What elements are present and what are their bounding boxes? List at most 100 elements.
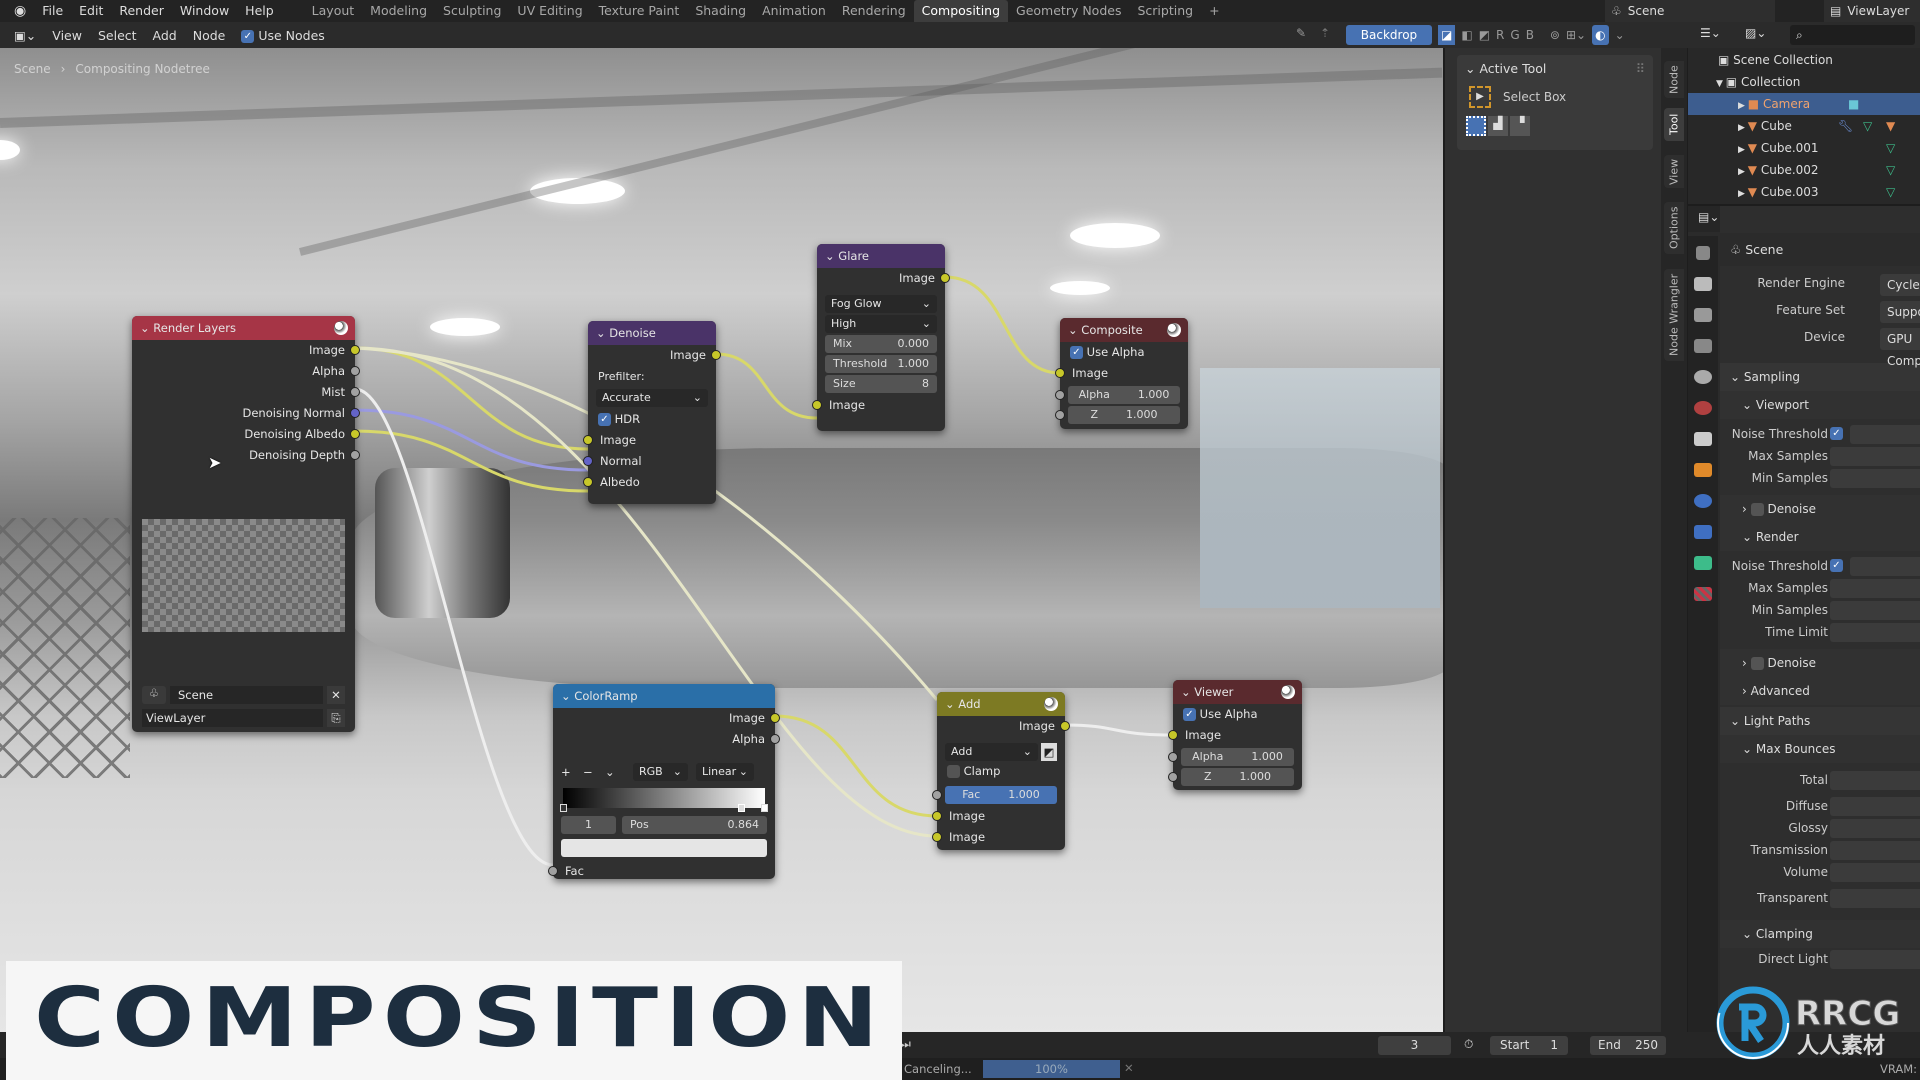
max-samples-field[interactable]: [1830, 447, 1920, 466]
transparent-field[interactable]: [1830, 889, 1920, 908]
socket[interactable]: [1168, 772, 1178, 782]
mode-extend-icon[interactable]: ▟: [1488, 116, 1508, 136]
menu-view[interactable]: View: [44, 28, 90, 43]
subpanel-render-denoise[interactable]: › Denoise: [1720, 649, 1920, 677]
scene-field[interactable]: ♧ Scene ✕: [142, 686, 345, 704]
socket[interactable]: [548, 866, 558, 876]
color-alpha-icon[interactable]: ◪: [1438, 25, 1456, 45]
socket[interactable]: [940, 273, 950, 283]
parent-node-tree-icon[interactable]: ⇡: [1320, 26, 1330, 40]
backdrop-button[interactable]: Backdrop: [1346, 25, 1432, 45]
overlays-icon[interactable]: ◐: [1592, 25, 1609, 45]
blender-logo-icon[interactable]: ◉: [6, 0, 34, 22]
tab-layout[interactable]: Layout: [304, 0, 363, 22]
diffuse-field[interactable]: [1830, 797, 1920, 816]
view-layer-selector[interactable]: ▤ ViewLayer: [1824, 0, 1920, 22]
menu-help[interactable]: Help: [237, 0, 282, 22]
texture-tab-icon[interactable]: [1694, 587, 1712, 601]
chevron-down-icon[interactable]: ⌄: [945, 697, 958, 711]
device-dropdown[interactable]: GPU Comp: [1880, 328, 1920, 368]
clamp-checkbox[interactable]: Clamp: [937, 761, 1065, 782]
modifier-tab-icon[interactable]: [1694, 494, 1712, 508]
node-colorramp[interactable]: ⌄ ColorRamp Image Alpha + − ⌄ RGB ⌄ Linea…: [548, 684, 780, 879]
socket[interactable]: [770, 734, 780, 744]
snap-icon[interactable]: ⊚: [1550, 25, 1560, 45]
menu-select[interactable]: Select: [90, 28, 145, 43]
feature-set-dropdown[interactable]: Supported: [1880, 301, 1920, 323]
outliner-item-camera[interactable]: ▶ ■ Camera ■: [1688, 93, 1920, 115]
scene-icon[interactable]: ♧: [142, 686, 166, 704]
direct-light-field[interactable]: [1830, 950, 1920, 969]
render-icon[interactable]: [1281, 685, 1295, 699]
glossy-field[interactable]: [1830, 819, 1920, 838]
socket[interactable]: [1168, 730, 1178, 740]
mesh-data-icon[interactable]: ▽: [1886, 137, 1895, 159]
noise-threshold-checkbox[interactable]: ✓: [1830, 427, 1843, 440]
node-header[interactable]: ⌄ Render Layers: [132, 316, 355, 340]
volume-field[interactable]: [1830, 863, 1920, 882]
color-stop[interactable]: [761, 804, 768, 812]
max-samples-field[interactable]: [1830, 579, 1920, 598]
color-stop[interactable]: [560, 804, 567, 812]
outliner-item-collection[interactable]: ▼ ▣ Collection: [1688, 71, 1920, 93]
transmission-field[interactable]: [1830, 841, 1920, 860]
subpanel-advanced[interactable]: › Advanced: [1720, 677, 1920, 705]
subpanel-max-bounces[interactable]: ⌄ Max Bounces: [1720, 735, 1920, 763]
render-layer-icon[interactable]: ⎘: [327, 709, 345, 727]
tab-geometry-nodes[interactable]: Geometry Nodes: [1008, 0, 1129, 22]
channel-b[interactable]: B: [1526, 25, 1534, 45]
tab-shading[interactable]: Shading: [687, 0, 754, 22]
data-tab-icon[interactable]: [1694, 556, 1712, 570]
chevron-down-icon[interactable]: ⌄: [1068, 323, 1081, 337]
color-icon[interactable]: ◧: [1461, 25, 1472, 45]
socket[interactable]: [350, 387, 360, 397]
socket[interactable]: [350, 450, 360, 460]
mode-subtract-icon[interactable]: ▝: [1510, 116, 1530, 136]
socket[interactable]: [350, 366, 360, 376]
socket[interactable]: [350, 345, 360, 355]
mode-set-icon[interactable]: [1466, 116, 1486, 136]
add-workspace-button[interactable]: +: [1201, 0, 1227, 22]
node-glare[interactable]: ⌄ Glare Image Fog Glow ⌄ High ⌄ Mix 0.000 T…: [812, 244, 950, 431]
expand-triangle-icon[interactable]: ▶: [1738, 123, 1748, 133]
mix-field[interactable]: Mix 0.000: [825, 335, 937, 353]
min-samples-field[interactable]: [1830, 469, 1920, 488]
render-icon[interactable]: [1044, 697, 1058, 711]
close-icon[interactable]: ✕: [327, 686, 345, 704]
tab-sculpting[interactable]: Sculpting: [435, 0, 509, 22]
use-alpha-checkbox[interactable]: ✓ Use Alpha: [1173, 704, 1302, 725]
outliner-item-scene-collection[interactable]: ▣ Scene Collection: [1688, 49, 1920, 71]
object-tab-icon[interactable]: [1694, 463, 1712, 477]
channel-r[interactable]: R: [1496, 25, 1504, 45]
menu-file[interactable]: File: [34, 0, 71, 22]
node-viewer[interactable]: ⌄ Viewer ✓ Use Alpha Image Alpha 1.000 Z 1…: [1168, 680, 1302, 790]
material-icon[interactable]: ▼: [1886, 115, 1895, 137]
alpha-field[interactable]: Alpha 1.000: [1055, 386, 1180, 404]
chevron-down-icon[interactable]: ⌄: [825, 249, 838, 263]
collection-tab-icon[interactable]: [1694, 432, 1712, 446]
socket[interactable]: [583, 477, 593, 487]
menu-render[interactable]: Render: [111, 0, 172, 22]
render-engine-dropdown[interactable]: Cycles: [1880, 274, 1920, 296]
tab-options[interactable]: Options: [1664, 202, 1684, 254]
tab-scripting[interactable]: Scripting: [1129, 0, 1201, 22]
menu-node[interactable]: Node: [185, 28, 234, 43]
mesh-data-icon[interactable]: ▽: [1886, 181, 1895, 203]
node-denoise[interactable]: ⌄ Denoise Image Prefilter: Accurate ⌄ ✓ H…: [583, 321, 721, 504]
scene-value[interactable]: Scene: [170, 686, 323, 704]
mesh-data-icon[interactable]: ▽: [1886, 159, 1895, 181]
stop-index-field[interactable]: 1: [561, 816, 616, 834]
subpanel-clamping[interactable]: ⌄ Clamping: [1720, 920, 1920, 948]
select-box-tool[interactable]: ▶ Select Box: [1457, 82, 1653, 112]
socket[interactable]: [1055, 390, 1065, 400]
noise-threshold-checkbox[interactable]: ✓: [1830, 559, 1843, 572]
tab-tool[interactable]: Tool: [1664, 108, 1684, 141]
expand-triangle-icon[interactable]: ▶: [1738, 101, 1748, 111]
tab-compositing[interactable]: Compositing: [913, 0, 1009, 22]
tab-texture-paint[interactable]: Texture Paint: [591, 0, 688, 22]
channel-g[interactable]: G: [1510, 25, 1519, 45]
tab-uv-editing[interactable]: UV Editing: [509, 0, 590, 22]
chevron-down-icon[interactable]: ⌄: [140, 321, 153, 335]
hdr-checkbox[interactable]: ✓ HDR: [588, 409, 716, 430]
node-header[interactable]: ⌄ ColorRamp: [553, 684, 775, 708]
